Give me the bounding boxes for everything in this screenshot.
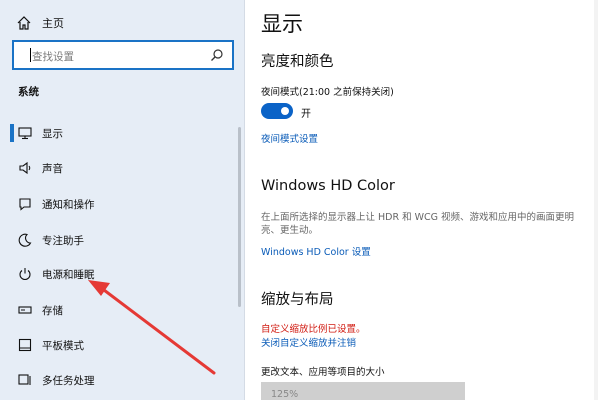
tablet-icon [18,338,32,352]
active-indicator [10,124,14,142]
monitor-icon [18,127,32,140]
home-link[interactable]: 主页 [16,14,64,32]
custom-scale-notice: 自定义缩放比例已设置。 [261,324,366,335]
main-scrollbar[interactable] [594,0,598,400]
page-title: 显示 [261,12,303,36]
toggle-state-label: 开 [301,109,311,120]
sidebar-item-sound[interactable]: 声音 [0,154,240,182]
sidebar-scrollbar[interactable] [238,127,241,307]
search-input[interactable]: 查找设置 [32,49,74,64]
search-box[interactable]: 查找设置 [12,40,234,70]
text-caret [30,48,31,62]
disable-custom-scale-link[interactable]: 关闭自定义缩放并注销 [261,335,356,349]
display-settings-panel: 显示 亮度和颜色 夜间模式(21:00 之前保持关闭) 开 夜间模式设置 Win… [245,0,600,400]
power-icon [19,268,31,281]
notification-icon [19,198,31,211]
sidebar-item-label: 存储 [42,304,63,317]
sidebar-item-storage[interactable]: 存储 [0,296,240,324]
night-mode-settings-link[interactable]: 夜间模式设置 [261,131,318,145]
home-icon [17,16,31,30]
sidebar-item-multitasking[interactable]: 多任务处理 [0,366,240,394]
storage-icon [18,306,32,314]
text-size-label: 更改文本、应用等项目的大小 [261,367,385,378]
sidebar-item-label: 平板模式 [42,339,84,352]
sidebar-item-label: 声音 [42,162,63,175]
scale-select[interactable]: 125% [261,382,465,400]
speaker-icon [19,161,31,175]
hdr-description: 在上面所选择的显示器上让 HDR 和 WCG 视频、游戏和应用中的画面更明亮、更… [261,212,575,236]
sidebar-item-label: 多任务处理 [42,374,95,387]
sidebar-item-label: 专注助手 [42,234,84,247]
search-icon[interactable] [210,48,224,62]
hdr-heading: Windows HD Color [261,178,395,194]
sidebar-item-label: 电源和睡眠 [42,268,95,281]
night-mode-toggle[interactable] [261,103,293,119]
moon-icon [18,233,32,247]
hdr-settings-link[interactable]: Windows HD Color 设置 [261,244,371,258]
sidebar-item-notifications[interactable]: 通知和操作 [0,190,240,218]
sidebar-item-label: 通知和操作 [42,198,95,211]
brightness-color-heading: 亮度和颜色 [261,54,334,70]
toggle-knob [281,107,289,115]
section-label-system: 系统 [18,86,39,98]
sidebar-item-focus-assist[interactable]: 专注助手 [0,226,240,254]
scale-select-value: 125% [271,389,299,400]
sidebar-item-label: 显示 [42,127,63,140]
night-mode-label: 夜间模式(21:00 之前保持关闭) [261,87,394,98]
sidebar-item-power-sleep[interactable]: 电源和睡眠 [0,260,240,288]
sidebar-item-display[interactable]: 显示 [0,119,240,147]
home-label: 主页 [42,17,64,30]
scale-layout-heading: 缩放与布局 [261,292,334,308]
settings-sidebar: 主页 查找设置 系统 显示 声音 通知和操作 专注助手 电源和睡眠 存储 平板模… [0,0,245,400]
multitask-icon [18,374,31,385]
sidebar-item-tablet-mode[interactable]: 平板模式 [0,331,240,359]
